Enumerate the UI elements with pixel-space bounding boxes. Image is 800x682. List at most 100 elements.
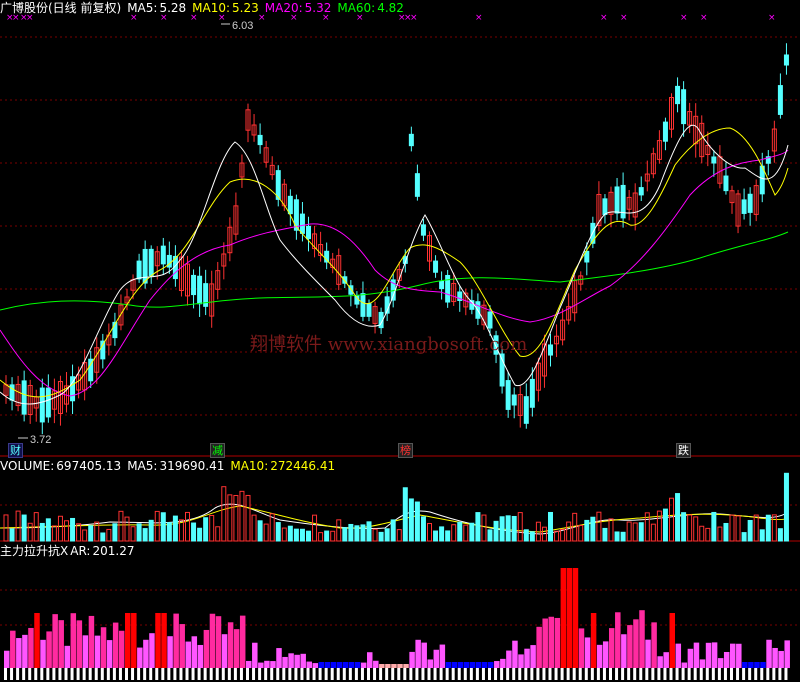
candle [287, 195, 293, 215]
volume-bar [650, 523, 656, 542]
indicator-baseline-tick [167, 668, 171, 680]
volume-bar [251, 514, 257, 542]
candle [136, 260, 142, 280]
candle [45, 387, 51, 418]
indicator-bar [288, 653, 294, 668]
indicator-baseline-tick [342, 668, 346, 680]
volume-bar [675, 493, 681, 542]
volume-bar [427, 523, 432, 542]
indicator-baseline-tick [778, 668, 782, 680]
indicator-baseline-tick [312, 668, 316, 680]
volume-bar [590, 516, 596, 542]
indicator-baseline-tick [584, 668, 588, 680]
indicator-bar [318, 662, 325, 668]
indicator-bar [742, 662, 748, 668]
volume-bar [578, 524, 584, 542]
volume-bar [306, 530, 311, 542]
indicator-baseline-tick [161, 668, 165, 680]
indicator-bar [657, 656, 663, 668]
volume-bar [602, 527, 608, 542]
volume-bar [505, 515, 511, 542]
volume-bar [723, 522, 729, 542]
indicator-bar [572, 568, 579, 668]
volume-bar [765, 514, 771, 542]
indicator-baseline-tick [112, 668, 116, 680]
candle [148, 248, 154, 277]
volume-bar [215, 526, 221, 542]
indicator-bar [385, 664, 391, 668]
volume-bar [221, 486, 227, 542]
volume-bar [408, 498, 414, 542]
indicator-baseline-tick [197, 668, 201, 680]
indicator-bar [167, 636, 173, 668]
volume-bar [100, 532, 106, 542]
volume-bar [15, 510, 21, 542]
event-marker-bang[interactable]: 榜 [398, 443, 413, 458]
price-high-marker: 6.03 [221, 20, 253, 32]
indicator-baseline-tick [651, 668, 655, 680]
volume-bar [560, 528, 566, 542]
candlestick-chart[interactable]: ×× ×× × × × × × × × × ××× × × × × × × 6.03 3.72 翔博软件 www… [0, 0, 800, 682]
ma10-label: MA10: [192, 1, 231, 15]
indicator-baseline-tick [288, 668, 292, 680]
indicator-baseline-tick [270, 668, 274, 680]
indicator-bars[interactable] [4, 568, 790, 680]
candle [191, 274, 197, 296]
volume-bars[interactable] [3, 472, 789, 542]
indicator-baseline-tick [397, 668, 401, 680]
indicator-bar [161, 613, 167, 668]
indicator-bar [772, 647, 778, 668]
indicator-bar [149, 633, 155, 668]
indicator-baseline-tick [639, 668, 643, 680]
indicator-baseline-tick [415, 668, 419, 680]
volume-bar [57, 515, 63, 542]
indicator-baseline-tick [282, 668, 286, 680]
candle [414, 173, 420, 197]
indicator-baseline-tick [530, 668, 534, 680]
ar-value: 201.27 [92, 544, 135, 558]
volume-bar [735, 515, 741, 542]
indicator-bar [330, 662, 337, 668]
indicator-baseline-tick [118, 668, 122, 680]
indicator-baseline-tick [88, 668, 92, 680]
volume-bar [469, 522, 475, 542]
candle [142, 248, 148, 284]
volume-bar [275, 522, 281, 542]
volume-bar [626, 521, 632, 542]
indicator-bar [252, 642, 258, 668]
ma5-value: 5.28 [159, 1, 187, 15]
volume-bar [239, 490, 245, 542]
indicator-bar [215, 616, 222, 668]
indicator-bar [354, 662, 361, 668]
indicator-baseline-tick [566, 668, 570, 680]
ma-lines [0, 124, 789, 405]
indicator-baseline-tick [742, 668, 746, 680]
volume-bar [656, 510, 662, 542]
indicator-bar [28, 627, 34, 668]
volume-bar [166, 522, 172, 542]
indicator-bar [506, 650, 512, 668]
indicator-bar [723, 651, 730, 668]
indicator-bar [239, 615, 246, 668]
indicator-bar [258, 662, 264, 668]
indicator-baseline-tick [100, 668, 104, 680]
indicator-bar [16, 638, 22, 668]
volume-bar [511, 515, 517, 542]
candles[interactable] [3, 43, 789, 435]
price-low-marker: 3.72 [18, 434, 51, 446]
indicator-bar [94, 635, 101, 668]
volume-bar [638, 522, 644, 542]
indicator-bar [566, 568, 573, 668]
indicator-baseline-tick [633, 668, 637, 680]
indicator-baseline-tick [221, 668, 225, 680]
volume-bar [759, 529, 765, 542]
watermark: 翔博软件 www.xiangbosoft.com [250, 334, 527, 355]
indicator-bar [415, 639, 421, 668]
indicator-bar [651, 622, 657, 668]
event-marker-cai[interactable]: 财 [8, 443, 23, 458]
event-marker-die[interactable]: 跌 [676, 443, 691, 458]
event-marker-jian[interactable]: 减 [210, 443, 225, 458]
volume-bar [608, 518, 614, 542]
volume-bar [554, 530, 560, 542]
indicator-bar [530, 645, 536, 668]
